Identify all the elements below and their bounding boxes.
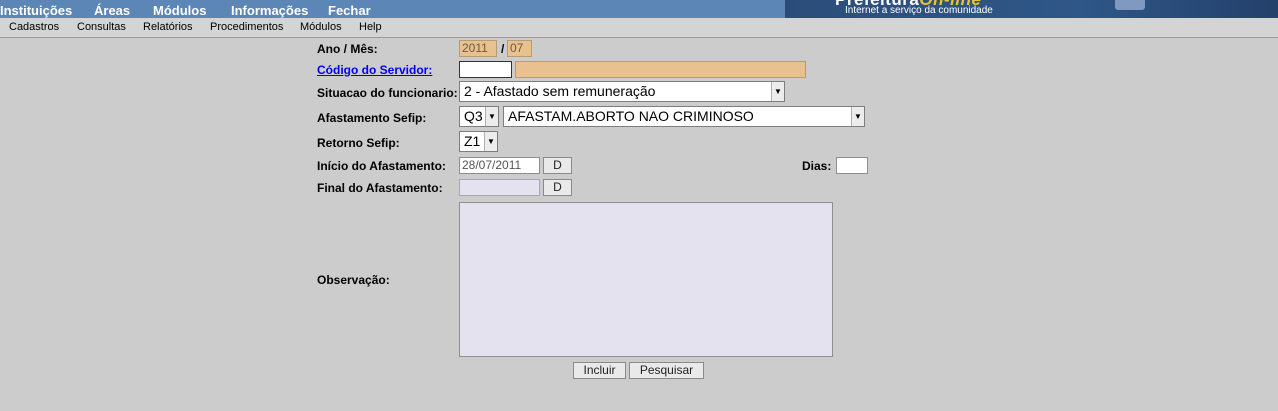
servidor-code-input[interactable] [459, 61, 512, 78]
incluir-button[interactable]: Incluir [573, 362, 626, 379]
sub-menu-modulos[interactable]: Módulos [300, 21, 342, 34]
ano-mes-separator: / [501, 42, 505, 56]
pesquisar-button[interactable]: Pesquisar [629, 362, 704, 379]
situacao-value: 2 - Afastado sem remuneração [464, 83, 656, 99]
situacao-label: Situacao do funcionario: [317, 86, 458, 100]
banner: PrefeituraOn-line Internet a serviço da … [785, 0, 1278, 18]
sub-menu-bar: Cadastros Consultas Relatórios Procedime… [0, 18, 1278, 38]
retorno-sefip-label: Retorno Sefip: [317, 136, 400, 150]
ano-mes-label: Ano / Mês: [317, 42, 378, 56]
retorno-code-value: Z1 [464, 133, 481, 149]
top-menu-areas[interactable]: Áreas [94, 4, 130, 18]
inicio-afastamento-label: Início do Afastamento: [317, 159, 446, 173]
sub-menu-relatorios[interactable]: Relatórios [143, 21, 193, 34]
observacao-label: Observação: [317, 273, 390, 287]
codigo-servidor-link[interactable]: Código do Servidor: [317, 63, 432, 77]
month-field[interactable]: 07 [507, 40, 532, 57]
afastamento-sefip-label: Afastamento Sefip: [317, 111, 427, 125]
chevron-down-icon[interactable]: ▼ [851, 107, 864, 126]
year-field[interactable]: 2011 [459, 40, 497, 57]
final-date-input[interactable] [459, 179, 540, 196]
sub-menu-cadastros[interactable]: Cadastros [9, 21, 59, 34]
afastamento-description-select[interactable]: AFASTAM.ABORTO NAO CRIMINOSO ▼ [503, 106, 865, 127]
top-menu-modulos[interactable]: Módulos [153, 4, 206, 18]
sub-menu-help[interactable]: Help [359, 21, 382, 34]
final-date-picker-button[interactable]: D [543, 179, 572, 196]
afastamento-description-value: AFASTAM.ABORTO NAO CRIMINOSO [508, 108, 754, 124]
servidor-name-field [515, 61, 806, 78]
situacao-select[interactable]: 2 - Afastado sem remuneração ▼ [459, 81, 785, 102]
final-afastamento-label: Final do Afastamento: [317, 181, 443, 195]
chevron-down-icon[interactable]: ▼ [771, 82, 784, 101]
afastamento-code-value: Q3 [464, 108, 483, 124]
top-menu-bar: Instituições Áreas Módulos Informações F… [0, 0, 1278, 18]
top-menu-fechar[interactable]: Fechar [328, 4, 371, 18]
afastamento-code-select[interactable]: Q3 ▼ [459, 106, 499, 127]
sub-menu-consultas[interactable]: Consultas [77, 21, 126, 34]
inicio-date-picker-button[interactable]: D [543, 157, 572, 174]
dias-label: Dias: [802, 159, 832, 173]
chevron-down-icon[interactable]: ▼ [485, 107, 498, 126]
banner-tagline: Internet a serviço da comunidade [845, 5, 993, 16]
retorno-code-select[interactable]: Z1 ▼ [459, 131, 498, 152]
sub-menu-procedimentos[interactable]: Procedimentos [210, 21, 283, 34]
top-menu-instituicoes[interactable]: Instituições [0, 4, 72, 18]
chevron-down-icon[interactable]: ▼ [484, 132, 497, 151]
inicio-date-input[interactable]: 28/07/2011 [459, 157, 540, 174]
top-menu-informacoes[interactable]: Informações [231, 4, 308, 18]
banner-graphic [1115, 0, 1145, 10]
observacao-textarea[interactable] [459, 202, 833, 357]
dias-input[interactable] [836, 157, 868, 174]
